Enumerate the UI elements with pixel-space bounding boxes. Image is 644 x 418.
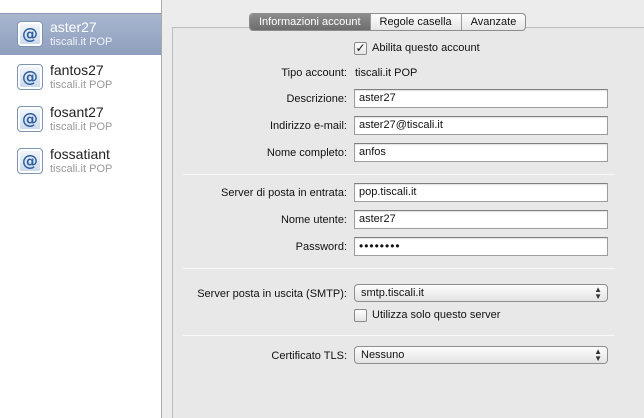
- email-label: Indirizzo e-mail:: [269, 120, 347, 132]
- tab-advanced[interactable]: Avanzate: [462, 14, 526, 30]
- at-icon: @: [17, 64, 43, 90]
- account-type: tiscali.it POP: [50, 79, 113, 91]
- username-field[interactable]: aster27: [354, 210, 608, 229]
- account-type-label: Tipo account:: [281, 67, 347, 79]
- tls-selected: Nessuno: [361, 349, 405, 361]
- account-name: fossatiant: [50, 146, 110, 162]
- account-name: aster27: [50, 19, 97, 35]
- full-name-label: Nome completo:: [266, 147, 347, 159]
- incoming-server-field[interactable]: pop.tiscali.it: [354, 183, 608, 202]
- tab-bar: Informazioni account Regole casella Avan…: [249, 13, 527, 31]
- email-field[interactable]: aster27@tiscali.it: [354, 116, 608, 135]
- divider: [183, 268, 615, 269]
- smtp-server-selected: smtp.tiscali.it: [361, 287, 424, 299]
- full-name-field[interactable]: anfos: [354, 143, 608, 162]
- account-item-fantos27[interactable]: @ fantos27 tiscali.it POP: [0, 57, 161, 99]
- account-name: fantos27: [50, 62, 104, 78]
- account-item-fossatiant[interactable]: @ fossatiant tiscali.it POP: [0, 141, 161, 183]
- description-field[interactable]: aster27: [354, 89, 608, 108]
- account-type: tiscali.it POP: [50, 36, 113, 48]
- account-type: tiscali.it POP: [50, 163, 113, 175]
- enable-account-checkbox[interactable]: ✓: [354, 42, 367, 55]
- account-item-fosant27[interactable]: @ fosant27 tiscali.it POP: [0, 99, 161, 141]
- updown-arrows-icon: ▲ ▼: [594, 285, 602, 301]
- at-icon: @: [17, 148, 43, 174]
- incoming-server-label: Server di posta in entrata:: [221, 187, 347, 199]
- password-field[interactable]: ••••••••: [354, 237, 608, 256]
- tab-mailbox-rules[interactable]: Regole casella: [371, 14, 462, 30]
- username-label: Nome utente:: [280, 214, 347, 226]
- tls-label: Certificato TLS:: [271, 350, 347, 362]
- description-label: Descrizione:: [286, 93, 347, 105]
- tls-certificate-select[interactable]: Nessuno ▲ ▼: [354, 346, 608, 364]
- at-icon: @: [17, 21, 43, 47]
- account-type-value: tiscali.it POP: [355, 67, 418, 79]
- account-name: fosant27: [50, 104, 104, 120]
- divider: [183, 174, 615, 175]
- password-label: Password:: [295, 241, 347, 253]
- account-type: tiscali.it POP: [50, 121, 113, 133]
- updown-arrows-icon: ▲ ▼: [594, 347, 602, 363]
- smtp-label: Server posta in uscita (SMTP):: [197, 288, 347, 300]
- account-item-aster27[interactable]: @ aster27 tiscali.it POP: [0, 13, 161, 55]
- tab-account-info[interactable]: Informazioni account: [250, 14, 371, 30]
- at-icon: @: [17, 106, 43, 132]
- only-this-server-checkbox[interactable]: [354, 309, 367, 322]
- accounts-sidebar: @ aster27 tiscali.it POP @ fantos27 tisc…: [0, 0, 162, 418]
- smtp-server-select[interactable]: smtp.tiscali.it ▲ ▼: [354, 284, 608, 302]
- divider: [183, 335, 615, 336]
- enable-account-label: Abilita questo account: [372, 42, 480, 54]
- only-this-server-label: Utilizza solo questo server: [372, 309, 501, 321]
